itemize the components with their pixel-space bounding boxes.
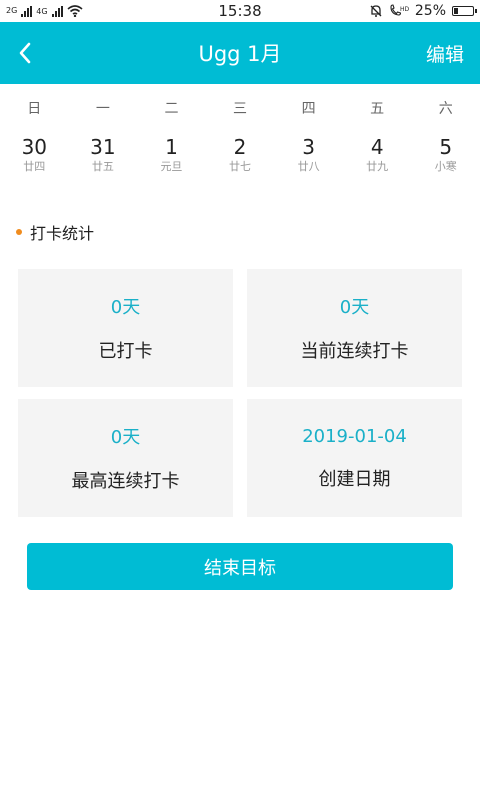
date-number: 2	[233, 135, 247, 159]
status-left: 2G 4G	[6, 5, 83, 17]
date-number: 1	[165, 135, 178, 159]
stat-label: 当前连续打卡	[300, 341, 409, 362]
date-number: 5	[439, 135, 453, 159]
stat-value: 0天	[110, 297, 141, 318]
weekday-label: 三	[233, 101, 248, 117]
weekday-label: 六	[438, 101, 453, 117]
bell-mute-icon	[370, 5, 382, 17]
wifi-icon	[67, 5, 83, 17]
page-title: Ugg 1月	[198, 42, 282, 66]
signal-icon	[21, 5, 33, 17]
stat-value: 0天	[339, 297, 370, 318]
date-cell[interactable]: 5 小寒	[411, 134, 480, 174]
battery-icon	[452, 6, 477, 16]
date-cell[interactable]: 30 廿四	[0, 134, 69, 174]
end-goal-button[interactable]: 结束目标	[27, 543, 453, 590]
weekday-label: 日	[27, 101, 42, 117]
lunar-date: 小寒	[434, 160, 457, 173]
date-row: 30 廿四 31 廿五 1 元旦 2 廿七 3 廿八 4 廿九 5 小寒	[0, 132, 480, 190]
network-bottom-label: 4G	[36, 6, 48, 16]
signal-icon-2	[51, 5, 63, 17]
battery-fill	[454, 8, 458, 14]
section-title: 打卡统计	[16, 220, 480, 244]
stat-label: 最高连续打卡	[71, 471, 180, 492]
stat-card: 0天最高连续打卡	[18, 399, 233, 517]
app-bar: Ugg 1月 编辑	[0, 22, 480, 84]
chevron-left-icon	[19, 42, 31, 64]
weekday-label: 五	[370, 101, 385, 117]
status-time: 15:38	[218, 2, 262, 20]
stat-label: 已打卡	[98, 341, 153, 362]
weekday-label: 一	[95, 101, 110, 117]
stat-card: 0天当前连续打卡	[247, 269, 462, 387]
lunar-date: 廿九	[366, 160, 389, 173]
svg-text:HD: HD	[400, 6, 409, 13]
lunar-date: 廿四	[23, 160, 46, 173]
network-top-label: 2G	[6, 6, 18, 15]
network-labels: 2G	[6, 7, 17, 15]
weekday-header: 日一二三四五六	[0, 84, 480, 132]
weekday-label: 四	[301, 101, 316, 117]
lunar-date: 元旦	[160, 160, 183, 173]
stats-grid: 0天 已打卡 0天 当前连续打卡 0天 最高连续打卡 2019-01-04 创建日期	[18, 269, 462, 517]
stat-card: 0天已打卡	[18, 269, 233, 387]
status-bar: 2G 4G 15:38 HD 25%	[0, 0, 480, 22]
status-right: HD 25%	[369, 3, 477, 19]
date-cell[interactable]: 4 廿九	[343, 134, 412, 174]
weekday-label: 二	[164, 101, 179, 117]
lunar-date: 廿五	[91, 160, 114, 173]
bullet-dot-icon	[16, 229, 22, 235]
date-number: 3	[302, 135, 315, 159]
date-number: 31	[90, 135, 116, 159]
lunar-date: 廿七	[229, 160, 252, 173]
lunar-date: 廿八	[297, 160, 320, 173]
back-button[interactable]	[18, 38, 48, 68]
stat-label: 创建日期	[318, 468, 391, 490]
date-cell[interactable]: 3 廿八	[274, 134, 343, 174]
date-cell[interactable]: 2 廿七	[206, 134, 275, 174]
date-number: 4	[370, 135, 384, 159]
date-cell[interactable]: 1 元旦	[137, 134, 206, 174]
stat-card: 2019-01-04 创建日期	[247, 399, 462, 517]
battery-percent: 25%	[414, 3, 446, 19]
edit-button[interactable]: 编辑	[426, 40, 464, 67]
date-cell[interactable]: 31 廿五	[69, 134, 138, 174]
stat-value: 0天	[110, 427, 141, 448]
hd-call-icon: HD	[390, 4, 409, 16]
stat-value: 2019-01-04	[302, 425, 407, 447]
date-number: 30	[21, 135, 48, 159]
section-title-label: 打卡统计	[30, 224, 95, 243]
